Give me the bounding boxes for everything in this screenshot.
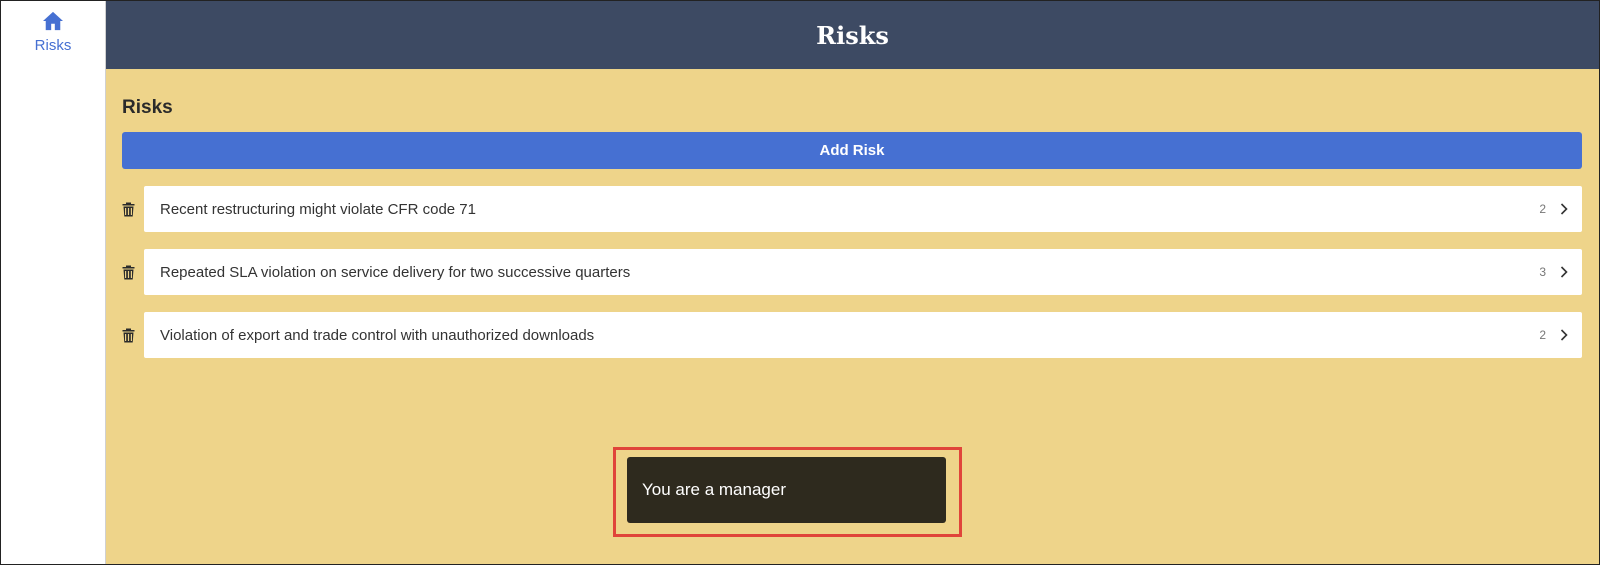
chevron-right-icon [1560,203,1568,215]
top-bar: Risks [106,1,1599,69]
section-title: Risks [122,97,173,118]
toast-notification: You are a manager [627,457,946,523]
risk-list: Recent restructuring might violate CFR c… [122,186,1582,358]
main-area: Risks Risks Add Risk Recent restructurin… [106,1,1599,564]
content-panel: Risks Add Risk Recent restructuring migh… [106,69,1599,564]
page-title: Risks [816,20,889,50]
trash-icon[interactable] [122,186,144,232]
chevron-right-icon [1560,329,1568,341]
risk-count-badge: 2 [1539,202,1546,216]
risk-count-badge: 2 [1539,328,1546,342]
trash-icon[interactable] [122,312,144,358]
list-item: Violation of export and trade control wi… [122,312,1582,358]
risk-count-badge: 3 [1539,265,1546,279]
risk-item[interactable]: Recent restructuring might violate CFR c… [144,186,1582,232]
risk-title: Recent restructuring might violate CFR c… [160,200,476,218]
chevron-right-icon [1560,266,1568,278]
toast-message: You are a manager [642,480,786,499]
app-frame: Risks Risks Risks Add Risk Recent restru… [0,0,1600,565]
list-item: Repeated SLA violation on service delive… [122,249,1582,295]
risk-item[interactable]: Repeated SLA violation on service delive… [144,249,1582,295]
risk-title: Repeated SLA violation on service delive… [160,263,631,281]
trash-icon[interactable] [122,249,144,295]
home-icon [42,11,64,31]
risk-title: Violation of export and trade control wi… [160,326,595,344]
list-item: Recent restructuring might violate CFR c… [122,186,1582,232]
sidebar: Risks [1,1,106,564]
add-risk-button[interactable]: Add Risk [122,132,1582,169]
sidebar-item-label: Risks [34,37,72,54]
risk-item[interactable]: Violation of export and trade control wi… [144,312,1582,358]
sidebar-item-risks[interactable]: Risks [34,11,72,54]
